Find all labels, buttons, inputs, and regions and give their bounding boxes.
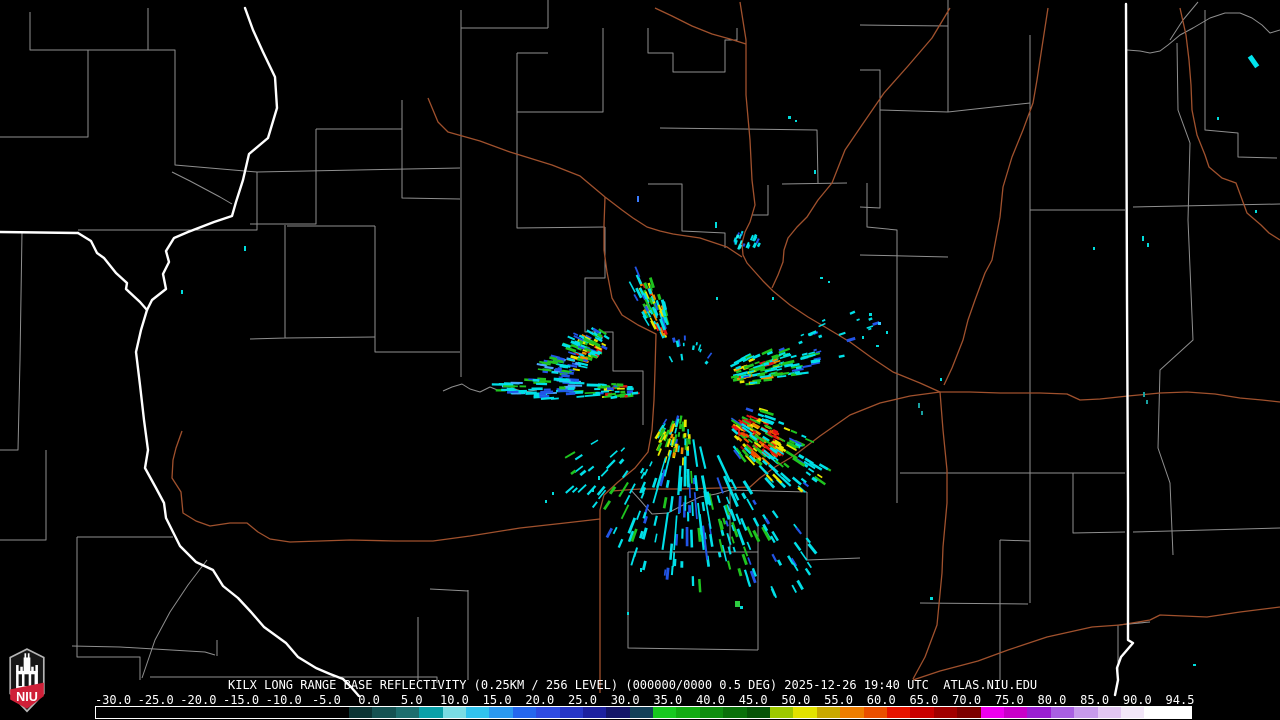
- colorbar-segment: [770, 707, 794, 718]
- colorbar-segment: [372, 707, 396, 718]
- radar-speck: [545, 500, 547, 503]
- colorbar-segment: [1097, 707, 1121, 718]
- radar-speck: [715, 222, 717, 228]
- colorbar-segment: [489, 707, 513, 718]
- colorbar-nd-region: [96, 707, 349, 718]
- colorbar-segment: [1120, 707, 1145, 718]
- radar-viewer: KILX LONG RANGE BASE REFLECTIVITY (0.25K…: [0, 0, 1280, 720]
- radar-speck: [598, 476, 600, 480]
- radar-speck: [1143, 392, 1145, 397]
- colorbar-segment: [723, 707, 747, 718]
- radar-speck: [552, 492, 554, 495]
- radar-speck: [637, 196, 639, 202]
- colorbar-segment: [536, 707, 560, 718]
- radar-speck: [788, 116, 791, 119]
- colorbar-segment: [1144, 707, 1168, 718]
- colorbar-segment: [746, 707, 771, 718]
- colorbar-segment: [676, 707, 700, 718]
- radar-speck: [244, 246, 246, 251]
- colorbar-tick-label: 94.5: [1165, 693, 1195, 707]
- radar-speck: [814, 170, 816, 174]
- radar-speck: [181, 290, 183, 294]
- product-caption: KILX LONG RANGE BASE REFLECTIVITY (0.25K…: [228, 678, 1038, 692]
- radar-speck: [795, 120, 797, 122]
- radar-speck: [1146, 400, 1148, 404]
- colorbar-segment: [629, 707, 654, 718]
- radar-speck: [886, 331, 888, 334]
- radar-speck: [1147, 243, 1149, 247]
- colorbar-segment: [957, 707, 981, 718]
- radar-speck: [772, 297, 774, 300]
- colorbar-segment: [1074, 707, 1098, 718]
- colorbar-segment: [606, 707, 630, 718]
- radar-speck: [918, 403, 920, 408]
- colorbar: [95, 706, 1192, 719]
- colorbar-segment: [699, 707, 724, 718]
- radar-speck: [1255, 210, 1257, 213]
- colorbar-segment: [653, 707, 677, 718]
- colorbar-segment: [442, 707, 466, 718]
- radar-speck: [592, 489, 594, 492]
- colorbar-segment: [582, 707, 607, 718]
- colorbar-segment: [840, 707, 864, 718]
- colorbar-labels: -30.0 -25.0 -20.0 -15.0 -10.0 -5.0 0.0 5.0 10.0 1…: [0, 694, 1280, 706]
- radar-speck: [869, 313, 872, 316]
- radar-speck: [1193, 664, 1196, 666]
- colorbar-segment: [512, 707, 537, 718]
- logo-text: NIU: [16, 690, 38, 704]
- radar-map: [0, 0, 1280, 702]
- colorbar-segment: [419, 707, 443, 718]
- colorbar-segment: [559, 707, 583, 718]
- radar-speck: [627, 612, 629, 615]
- colorbar-segment: [910, 707, 934, 718]
- colorbar-segment: [1050, 707, 1075, 718]
- colorbar-segment: [793, 707, 817, 718]
- colorbar-segment: [933, 707, 958, 718]
- colorbar-segment: [863, 707, 887, 718]
- colorbar-segment: [1027, 707, 1051, 718]
- colorbar-segment: [1003, 707, 1028, 718]
- radar-speck: [820, 277, 823, 279]
- radar-speck: [1093, 247, 1095, 250]
- radar-speck: [921, 411, 923, 415]
- radar-speck: [735, 601, 740, 607]
- colorbar-segment: [886, 707, 911, 718]
- radar-speck: [862, 336, 864, 339]
- radar-speck: [876, 345, 879, 347]
- radar-speck: [716, 297, 718, 300]
- colorbar-segment: [980, 707, 1004, 718]
- radar-speck: [1247, 54, 1260, 69]
- colorbar-segment: [349, 707, 373, 718]
- radar-speck: [740, 606, 743, 609]
- colorbar-segment: [1167, 707, 1192, 718]
- radar-speck: [878, 322, 881, 325]
- radar-speck: [1142, 236, 1144, 241]
- radar-speck: [1217, 117, 1219, 120]
- niu-logo: NIU: [9, 648, 45, 713]
- radar-speck: [640, 568, 642, 572]
- radar-speck: [930, 597, 933, 600]
- radar-speck: [828, 281, 830, 283]
- radar-speck: [940, 378, 942, 381]
- colorbar-segment: [816, 707, 841, 718]
- colorbar-segment: [395, 707, 420, 718]
- colorbar-segment: [465, 707, 490, 718]
